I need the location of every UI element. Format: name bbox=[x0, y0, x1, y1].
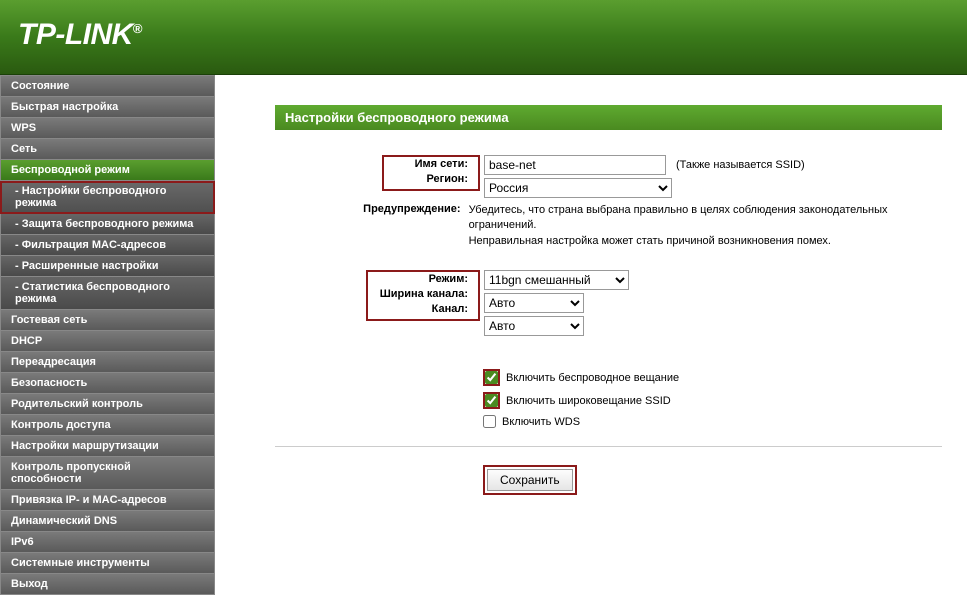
cb2-label: Включить широковещание SSID bbox=[506, 395, 671, 407]
sidebar-item-11[interactable]: DHCP bbox=[0, 331, 215, 352]
region-select[interactable]: Россия bbox=[484, 178, 672, 198]
panel-title: Настройки беспроводного режима bbox=[275, 105, 942, 130]
sidebar-item-21[interactable]: Системные инструменты bbox=[0, 553, 215, 574]
sidebar-item-13[interactable]: Безопасность bbox=[0, 373, 215, 394]
ssid-label: Имя сети: bbox=[386, 158, 476, 170]
warning-text: Убедитесь, что страна выбрана правильно … bbox=[469, 203, 942, 249]
sidebar-item-0[interactable]: Состояние bbox=[0, 75, 215, 97]
sidebar-item-19[interactable]: Динамический DNS bbox=[0, 511, 215, 532]
channel-select[interactable]: Авто bbox=[484, 316, 584, 336]
warning-label: Предупреждение: bbox=[275, 203, 469, 215]
main-panel: Настройки беспроводного режима Имя сети:… bbox=[215, 75, 967, 595]
save-button[interactable]: Сохранить bbox=[487, 469, 573, 491]
sidebar-item-9[interactable]: - Статистика беспроводного режима bbox=[0, 277, 215, 310]
sidebar-item-16[interactable]: Настройки маршрутизации bbox=[0, 436, 215, 457]
save-highlight: Сохранить bbox=[483, 465, 577, 495]
cb1-highlight bbox=[483, 369, 500, 386]
enable-wds-checkbox[interactable] bbox=[483, 415, 496, 428]
header: TP-LINK® bbox=[0, 0, 967, 75]
ssid-input[interactable] bbox=[484, 155, 666, 175]
sidebar-item-6[interactable]: - Защита беспроводного режима bbox=[0, 214, 215, 235]
cb1-label: Включить беспроводное вещание bbox=[506, 372, 679, 384]
sidebar-item-14[interactable]: Родительский контроль bbox=[0, 394, 215, 415]
mode-select[interactable]: 11bgn смешанный bbox=[484, 270, 629, 290]
sidebar-item-1[interactable]: Быстрая настройка bbox=[0, 97, 215, 118]
channel-label: Канал: bbox=[370, 303, 476, 315]
divider bbox=[275, 446, 942, 447]
region-label: Регион: bbox=[386, 173, 476, 185]
sidebar: СостояниеБыстрая настройкаWPSСетьБеспров… bbox=[0, 75, 215, 595]
sidebar-item-4[interactable]: Беспроводной режим bbox=[0, 160, 215, 181]
sidebar-item-18[interactable]: Привязка IP- и MAC-адресов bbox=[0, 490, 215, 511]
width-select[interactable]: Авто bbox=[484, 293, 584, 313]
ssid-region-label-highlight: Имя сети: Регион: bbox=[382, 155, 480, 191]
sidebar-item-10[interactable]: Гостевая сеть bbox=[0, 310, 215, 331]
sidebar-item-12[interactable]: Переадресация bbox=[0, 352, 215, 373]
enable-ssid-broadcast-checkbox[interactable] bbox=[485, 394, 498, 407]
sidebar-item-20[interactable]: IPv6 bbox=[0, 532, 215, 553]
ssid-hint: (Также называется SSID) bbox=[676, 159, 805, 171]
sidebar-item-5[interactable]: - Настройки беспроводного режима bbox=[0, 181, 215, 214]
sidebar-item-3[interactable]: Сеть bbox=[0, 139, 215, 160]
sidebar-item-22[interactable]: Выход bbox=[0, 574, 215, 595]
sidebar-item-2[interactable]: WPS bbox=[0, 118, 215, 139]
sidebar-item-7[interactable]: - Фильтрация MAC-адресов bbox=[0, 235, 215, 256]
brand-logo: TP-LINK® bbox=[18, 18, 967, 52]
enable-wireless-checkbox[interactable] bbox=[485, 371, 498, 384]
sidebar-item-8[interactable]: - Расширенные настройки bbox=[0, 256, 215, 277]
cb2-highlight bbox=[483, 392, 500, 409]
width-label: Ширина канала: bbox=[370, 288, 476, 300]
mode-label: Режим: bbox=[370, 273, 476, 285]
sidebar-item-17[interactable]: Контроль пропускной способности bbox=[0, 457, 215, 490]
cb3-label: Включить WDS bbox=[502, 416, 580, 428]
mode-group-label-highlight: Режим: Ширина канала: Канал: bbox=[366, 270, 480, 321]
sidebar-item-15[interactable]: Контроль доступа bbox=[0, 415, 215, 436]
